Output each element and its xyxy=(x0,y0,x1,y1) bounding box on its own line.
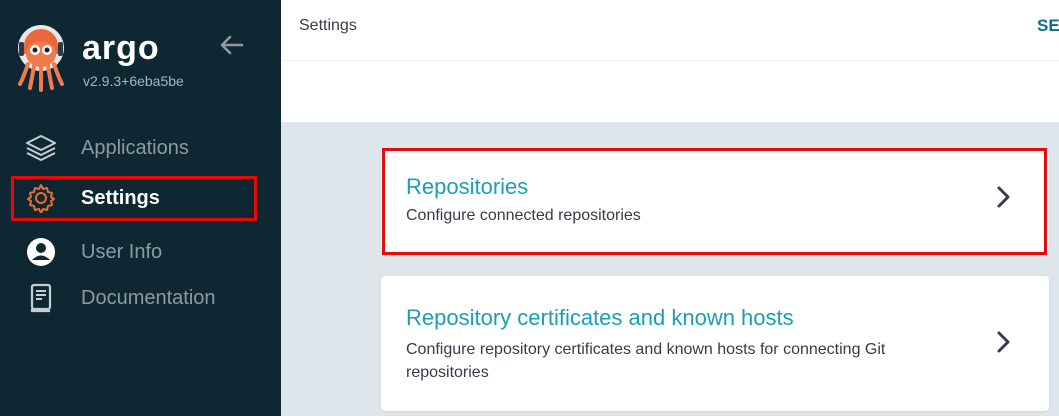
page-title: Settings xyxy=(299,17,357,34)
card-title: Repository certificates and known hosts xyxy=(406,305,794,330)
app-version: v2.9.3+6eba5be xyxy=(83,73,184,89)
sidebar-item-label: Applications xyxy=(81,137,189,159)
card-title: Repositories xyxy=(406,174,529,199)
sidebar-item-applications[interactable]: Applications xyxy=(0,126,281,170)
top-bar: Settings SE xyxy=(281,0,1059,61)
argo-octopus-logo[interactable] xyxy=(16,24,70,92)
card-description: Configure connected repositories xyxy=(406,207,641,224)
toolbar-area xyxy=(281,61,1059,122)
sidebar-item-documentation[interactable]: Documentation xyxy=(0,276,281,320)
selection-highlight xyxy=(11,176,257,221)
layers-icon xyxy=(24,131,58,165)
card-description: Configure repository certificates and kn… xyxy=(406,341,886,381)
card-repositories[interactable]: Repositories Configure connected reposit… xyxy=(381,150,1049,253)
user-circle-icon xyxy=(24,235,58,269)
brand-name: argo xyxy=(82,29,160,67)
sidebar-item-user-info[interactable]: User Info xyxy=(0,230,281,274)
collapse-arrow-icon[interactable] xyxy=(218,34,244,56)
sidebar-item-label: User Info xyxy=(81,241,163,263)
chevron-right-icon xyxy=(997,186,1010,208)
sidebar: argo v2.9.3+6eba5be Applications Setting… xyxy=(0,0,281,416)
sidebar-item-label: Documentation xyxy=(81,287,216,309)
top-right-link[interactable]: SE xyxy=(1037,16,1059,36)
book-icon xyxy=(24,281,58,315)
card-repository-certificates[interactable]: Repository certificates and known hosts … xyxy=(381,276,1049,411)
chevron-right-icon xyxy=(997,331,1010,353)
